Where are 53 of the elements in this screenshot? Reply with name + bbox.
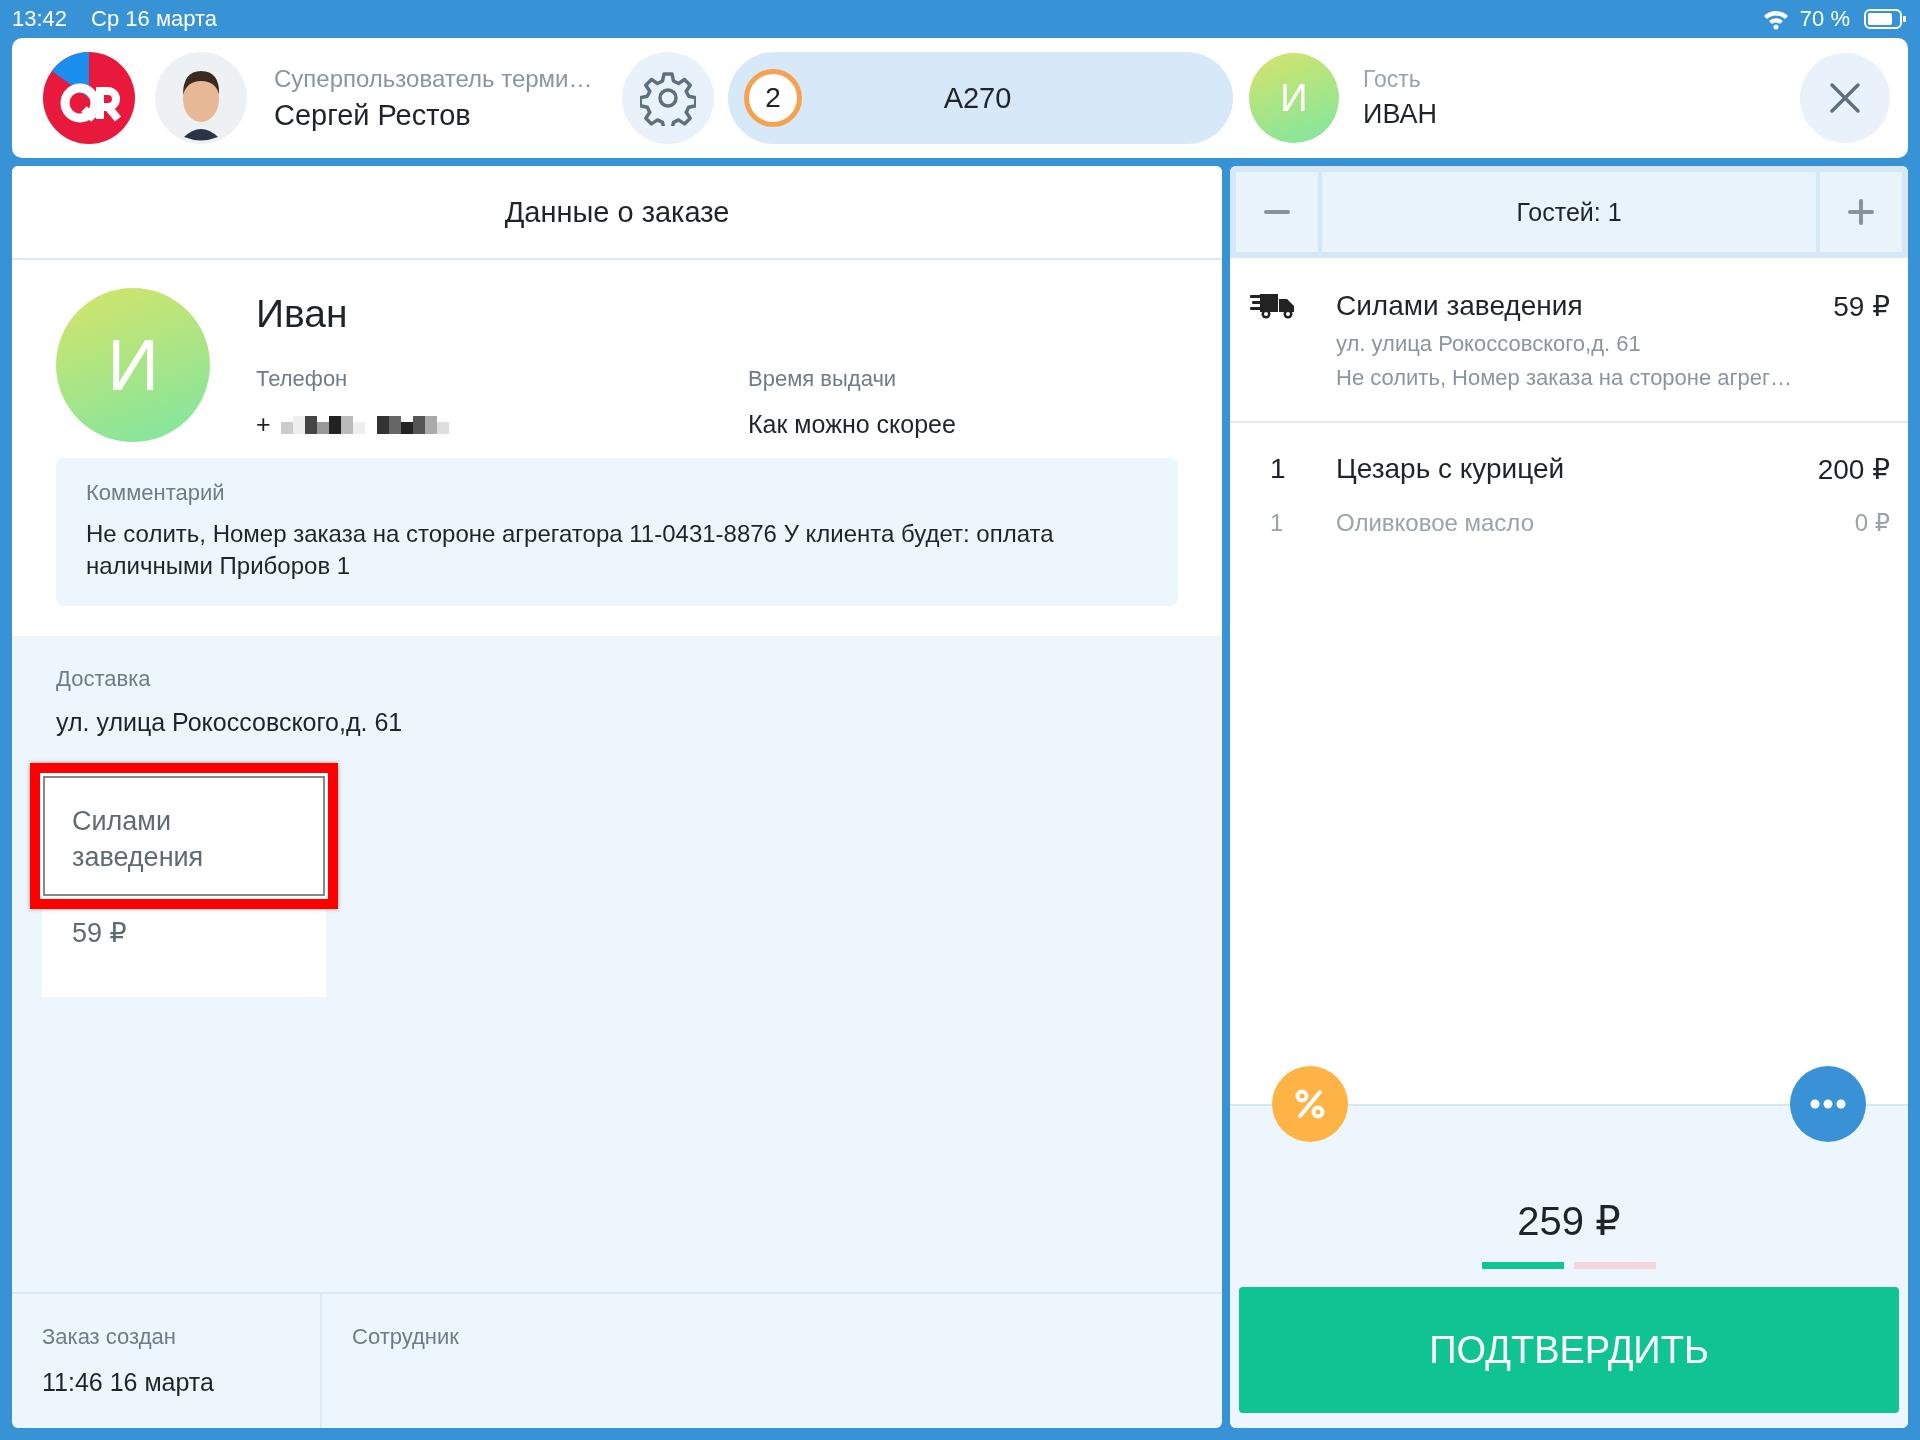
comment-label: Комментарий — [86, 480, 226, 506]
status-date: Ср 16 марта — [91, 6, 218, 32]
field-value: Как можно скорее — [748, 410, 956, 439]
item-quantity: 1 — [1270, 509, 1285, 537]
cart-delivery-row[interactable]: Силами заведения 59 ₽ ул. улица Рокоссовского,д. 61 Не солить, Номер заказа на стороне агрег… — [1230, 258, 1908, 423]
order-selector[interactable]: 2 A270 — [728, 52, 1233, 144]
panel-title: Данные о заказе — [12, 166, 1222, 260]
customer-name: Иван — [256, 292, 349, 336]
settings-icon — [640, 70, 696, 126]
comment-text: Не солить, Номер заказа на стороне агрегатора 11-0431-8876 У клиента будет: оплата наличными Приборов 1 — [86, 519, 1055, 581]
battery-percent: 70 % — [1799, 6, 1850, 32]
minus-icon — [1264, 210, 1290, 214]
order-count-badge: 2 — [744, 69, 802, 127]
item-price: 200 ₽ — [1817, 452, 1890, 486]
field-label: Время выдачи — [748, 366, 898, 392]
status-time: 13:42 — [12, 6, 68, 32]
increase-button[interactable] — [1820, 172, 1902, 252]
item-name: Силами заведения — [1336, 290, 1583, 323]
item-price: 0 ₽ — [1854, 509, 1890, 537]
guest-name: ИВАН — [1363, 99, 1439, 130]
order-number: A270 — [942, 81, 1013, 115]
order-total: 259 ₽ — [1517, 1198, 1621, 1244]
delivery-note: Не солить, Номер заказа на стороне агрег… — [1336, 365, 1794, 391]
close-icon — [1828, 81, 1862, 115]
field-label: Телефон — [256, 366, 349, 392]
user-role: Суперпользователь терми… — [274, 64, 594, 93]
guest-label: Гость — [1363, 66, 1422, 93]
field-value: + — [256, 410, 271, 439]
more-icon — [1810, 1099, 1846, 1109]
item-price: 59 ₽ — [1833, 290, 1890, 323]
user-avatar-icon — [154, 51, 248, 145]
battery-icon — [1864, 8, 1908, 30]
option-price: 59 ₽ — [71, 917, 128, 950]
guest-avatar: И — [1249, 53, 1339, 143]
plus-icon — [1848, 199, 1874, 225]
guest-count: Гостей: 1 — [1322, 172, 1816, 252]
footer-label: Заказ создан — [42, 1324, 177, 1350]
percent-icon — [1294, 1088, 1326, 1120]
footer-label: Сотрудник — [352, 1324, 459, 1350]
delivery-address: ул. улица Рокоссовского,д. 61 — [1336, 331, 1642, 357]
delivery-label: Доставка — [56, 666, 152, 692]
option-name: Силами заведения — [71, 805, 205, 874]
order-item-row[interactable]: 1 Цезарь с курицей 200 ₽ — [1230, 443, 1908, 495]
truck-icon — [1250, 292, 1296, 320]
item-name: Цезарь с курицей — [1336, 453, 1566, 485]
user-name: Сергей Рестов — [274, 98, 472, 132]
delivery-option-card[interactable]: Силами заведения 59 ₽ — [42, 775, 326, 997]
item-quantity: 1 — [1270, 453, 1287, 485]
logo-icon — [42, 51, 136, 145]
customer-avatar: И — [56, 288, 210, 442]
delivery-address: ул. улица Рокоссовского,д. 61 — [56, 708, 404, 737]
footer-value: 11:46 16 марта — [42, 1368, 215, 1397]
item-name: Оливковое масло — [1336, 509, 1535, 537]
